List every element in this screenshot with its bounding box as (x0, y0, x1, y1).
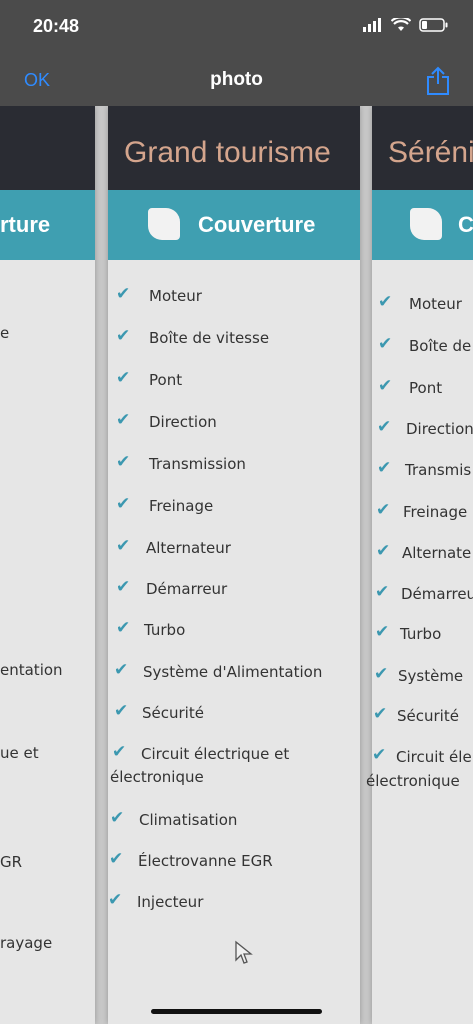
check-icon: ✔ (377, 458, 392, 478)
check-icon: ✔ (377, 417, 392, 437)
cover-banner: Couverture (108, 190, 360, 260)
right-card-header: Séréni (372, 106, 473, 190)
check-icon: ✔ (378, 334, 393, 354)
list-item: ue et (0, 744, 39, 762)
list-item: entation (0, 661, 63, 679)
card-header: Grand tourisme (108, 106, 360, 190)
check-icon: ✔ (376, 500, 391, 520)
right-cover-label: C (458, 212, 473, 237)
check-icon: ✔ (378, 376, 393, 396)
list-item: Freinage (403, 503, 468, 521)
check-icon: ✔ (116, 452, 131, 472)
list-item: Freinage (149, 497, 214, 515)
list-item: Turbo (400, 625, 442, 643)
list-item: Direction (406, 420, 473, 438)
list-item: Moteur (409, 295, 462, 313)
nav-title: photo (210, 69, 263, 90)
list-item: Démarreur (146, 580, 228, 598)
status-time: 20:48 (33, 16, 80, 36)
check-icon: ✔ (376, 541, 391, 561)
status-icons (363, 18, 449, 32)
check-icon: ✔ (116, 410, 131, 430)
battery-icon (419, 18, 448, 32)
list-item: Transmission (149, 455, 246, 473)
check-icon: ✔ (114, 701, 129, 721)
check-icon: ✔ (373, 704, 388, 724)
signal-icon (363, 18, 381, 32)
list-item: Alternateur (146, 539, 231, 557)
list-item: Système (398, 667, 464, 685)
check-icon: ✔ (116, 618, 131, 638)
check-icon: ✔ (116, 577, 131, 597)
list-item: rayage (0, 934, 53, 952)
status-bar: 20:48 (0, 0, 473, 56)
list-item: GR (0, 853, 23, 871)
list-item: Boîte de (409, 337, 472, 355)
check-icon: ✔ (116, 494, 131, 514)
list-item: électronique (110, 768, 204, 786)
leaf-icon (410, 208, 442, 240)
list-item: Sécurité (397, 707, 459, 725)
left-plan-card: rture e entation ue et GR rayage (0, 106, 95, 1024)
home-indicator[interactable] (151, 1009, 322, 1014)
check-icon: ✔ (109, 849, 124, 869)
check-icon: ✔ (112, 742, 127, 762)
list-item: Alternate (402, 544, 472, 562)
list-item: Pont (149, 371, 183, 389)
left-cover-label: rture (0, 212, 51, 237)
list-item: électronique (366, 772, 460, 790)
check-icon: ✔ (116, 284, 131, 304)
check-icon: ✔ (378, 292, 393, 312)
right-cover-banner: C (372, 190, 473, 260)
list-item: Boîte de vitesse (149, 329, 270, 347)
cover-label: Couverture (198, 212, 316, 237)
leaf-icon (148, 208, 180, 240)
left-cover-banner: rture (0, 190, 95, 260)
check-icon: ✔ (375, 622, 390, 642)
list-item: Système d'Alimentation (143, 663, 323, 681)
check-icon: ✔ (110, 808, 125, 828)
list-item: Démarreu (401, 585, 473, 603)
list-item: Direction (149, 413, 217, 431)
grand-tourisme-card: Grand tourisme Couverture ✔ Moteur ✔ Boî… (108, 106, 360, 1024)
check-icon: ✔ (116, 368, 131, 388)
list-item: Circuit électrique et (141, 745, 290, 763)
nav-bar: OK photo (0, 56, 473, 106)
list-item: Pont (409, 379, 443, 397)
list-item: Sécurité (142, 704, 204, 722)
list-item: e (0, 324, 10, 342)
share-icon[interactable] (425, 66, 451, 96)
list-item: Électrovanne EGR (138, 852, 273, 870)
check-icon: ✔ (116, 326, 131, 346)
cursor-icon (235, 940, 253, 964)
list-item: Turbo (144, 621, 186, 639)
photo-viewer[interactable]: rture e entation ue et GR rayage Grand t… (0, 106, 473, 1024)
list-item: Injecteur (137, 893, 204, 911)
list-item: Moteur (149, 287, 202, 305)
serenite-card: Séréni C ✔ Moteur ✔ Boîte de ✔ Pont ✔ Di… (366, 106, 473, 1024)
check-icon: ✔ (372, 745, 387, 765)
check-icon: ✔ (116, 536, 131, 556)
check-icon: ✔ (374, 664, 389, 684)
plan-title: Grand tourisme (124, 136, 331, 169)
right-plan-title: Séréni (388, 136, 473, 169)
check-icon: ✔ (108, 890, 123, 910)
check-icon: ✔ (375, 582, 390, 602)
list-item: Circuit éle (396, 748, 472, 766)
left-card-header (0, 106, 95, 190)
check-icon: ✔ (114, 660, 129, 680)
list-item: Transmis (405, 461, 472, 479)
wifi-icon (391, 18, 411, 31)
list-item: Climatisation (139, 811, 238, 829)
